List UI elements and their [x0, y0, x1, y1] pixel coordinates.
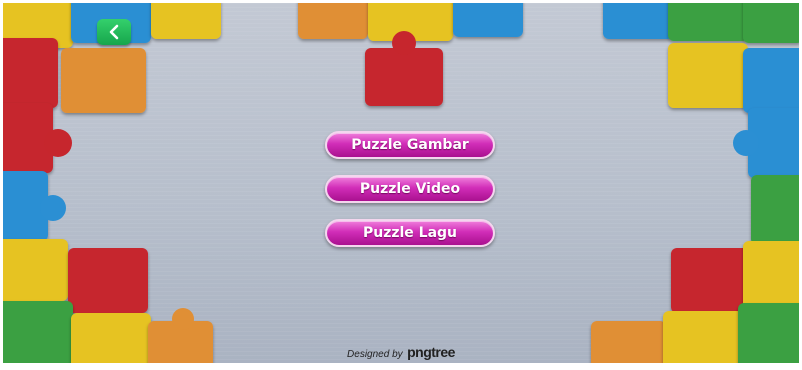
game-screen: Puzzle Gambar Puzzle Video Puzzle Lagu D… — [3, 3, 799, 363]
chevron-left-icon — [109, 24, 119, 40]
puzzle-gambar-button[interactable]: Puzzle Gambar — [325, 131, 495, 159]
credit-label: Designed by — [347, 349, 403, 360]
back-button[interactable] — [97, 19, 131, 45]
designer-credit: Designed by pngtree — [3, 344, 799, 362]
credit-brand: pngtree — [407, 344, 455, 360]
puzzle-video-button[interactable]: Puzzle Video — [325, 175, 495, 203]
puzzle-lagu-button[interactable]: Puzzle Lagu — [325, 219, 495, 247]
